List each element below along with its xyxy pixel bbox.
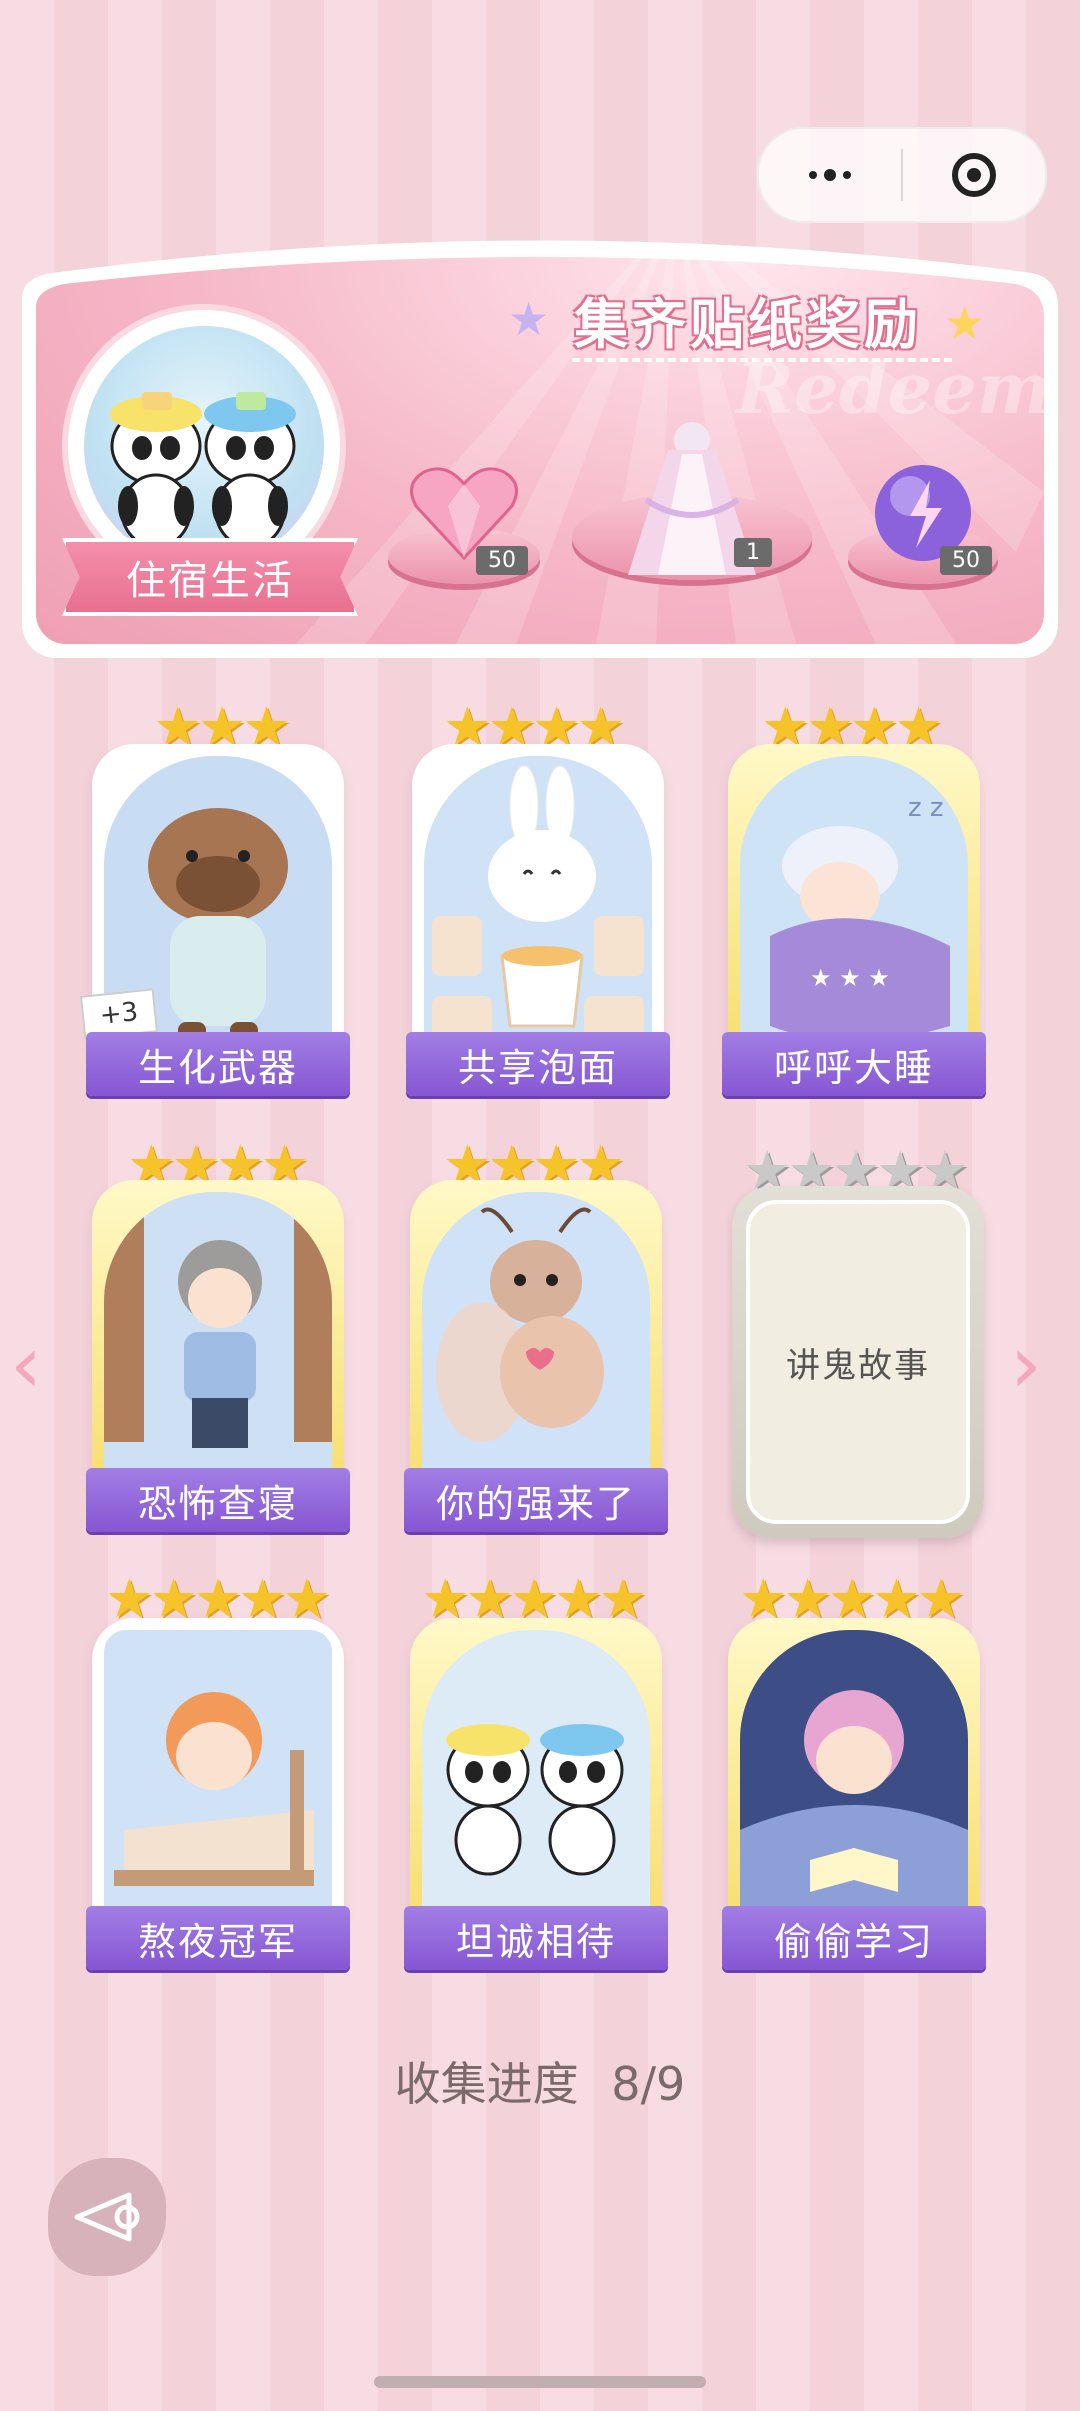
panda-bath-art xyxy=(422,1630,650,1936)
reward-count: 1 xyxy=(734,538,772,567)
secret-study-art xyxy=(740,1630,968,1936)
category-ribbon: 住宿生活 xyxy=(62,538,358,616)
svg-text:z z: z z xyxy=(908,793,944,823)
late-night-phone-art xyxy=(104,1630,332,1936)
sleeping-boy-art: z z ★ ★ ★ xyxy=(740,756,968,1062)
sticker-name: 坦诚相待 xyxy=(404,1906,668,1970)
mini-program-capsule xyxy=(757,127,1047,223)
collection-progress: 收集进度 8/9 xyxy=(0,2048,1080,2114)
sticker-name: 熬夜冠军 xyxy=(86,1906,350,1970)
sticker-card[interactable]: +3 生化武器 xyxy=(79,744,350,1096)
progress-value: 8/9 xyxy=(611,2057,686,2111)
sticker-card[interactable]: 恐怖查寝 xyxy=(86,1180,350,1532)
reward-count: 50 xyxy=(476,546,528,575)
sticker-card[interactable]: 偷偷学习 xyxy=(722,1618,986,1970)
svg-text:★ ★ ★: ★ ★ ★ xyxy=(810,964,890,992)
yellow-star-icon: ★ xyxy=(944,296,986,350)
home-indicator[interactable] xyxy=(374,2376,706,2388)
sticker-name: 共享泡面 xyxy=(406,1032,670,1096)
sticker-card[interactable]: z z ★ ★ ★ 呼呼大睡 xyxy=(722,744,986,1096)
sticker-name: 你的强来了 xyxy=(404,1468,668,1532)
sticker-card[interactable]: 坦诚相待 xyxy=(404,1618,668,1970)
sticker-name: 恐怖查寝 xyxy=(86,1468,350,1532)
progress-label: 收集进度 xyxy=(394,2057,579,2111)
category-art xyxy=(84,326,324,566)
dorm-supervisor-art xyxy=(104,1192,332,1498)
sticker-card[interactable]: 熬夜冠军 xyxy=(86,1618,350,1970)
bunny-noodles-art xyxy=(424,756,652,1062)
sticker-card[interactable]: 共享泡面 xyxy=(406,744,670,1096)
purple-star-icon: ★ xyxy=(508,292,550,346)
banner-title: 集齐贴纸奖励 xyxy=(574,293,922,356)
reward-count: 50 xyxy=(940,546,992,575)
next-page-arrow-icon[interactable]: › xyxy=(1010,1318,1042,1411)
title-underline xyxy=(572,358,952,362)
sticker-name: 生化武器 xyxy=(86,1032,350,1096)
sticker-card[interactable]: 你的强来了 xyxy=(404,1180,668,1532)
back-triangle-icon xyxy=(74,2192,140,2242)
sticker-name: 偷偷学习 xyxy=(722,1906,986,1970)
cute-cockroach-art xyxy=(422,1192,650,1498)
close-mini-program-button[interactable] xyxy=(903,129,1045,221)
back-button[interactable] xyxy=(48,2158,166,2276)
panda-pair-icon xyxy=(110,392,296,549)
sticker-name: 呼呼大睡 xyxy=(722,1032,986,1096)
locked-sticker-name: 讲鬼故事 xyxy=(746,1200,970,1524)
locked-sticker-card[interactable]: 讲鬼故事 xyxy=(732,1186,984,1538)
previous-page-arrow-icon[interactable]: ‹ xyxy=(10,1318,42,1411)
more-button[interactable] xyxy=(759,129,901,221)
target-circle-icon xyxy=(952,153,996,197)
more-dots-icon xyxy=(809,169,851,181)
